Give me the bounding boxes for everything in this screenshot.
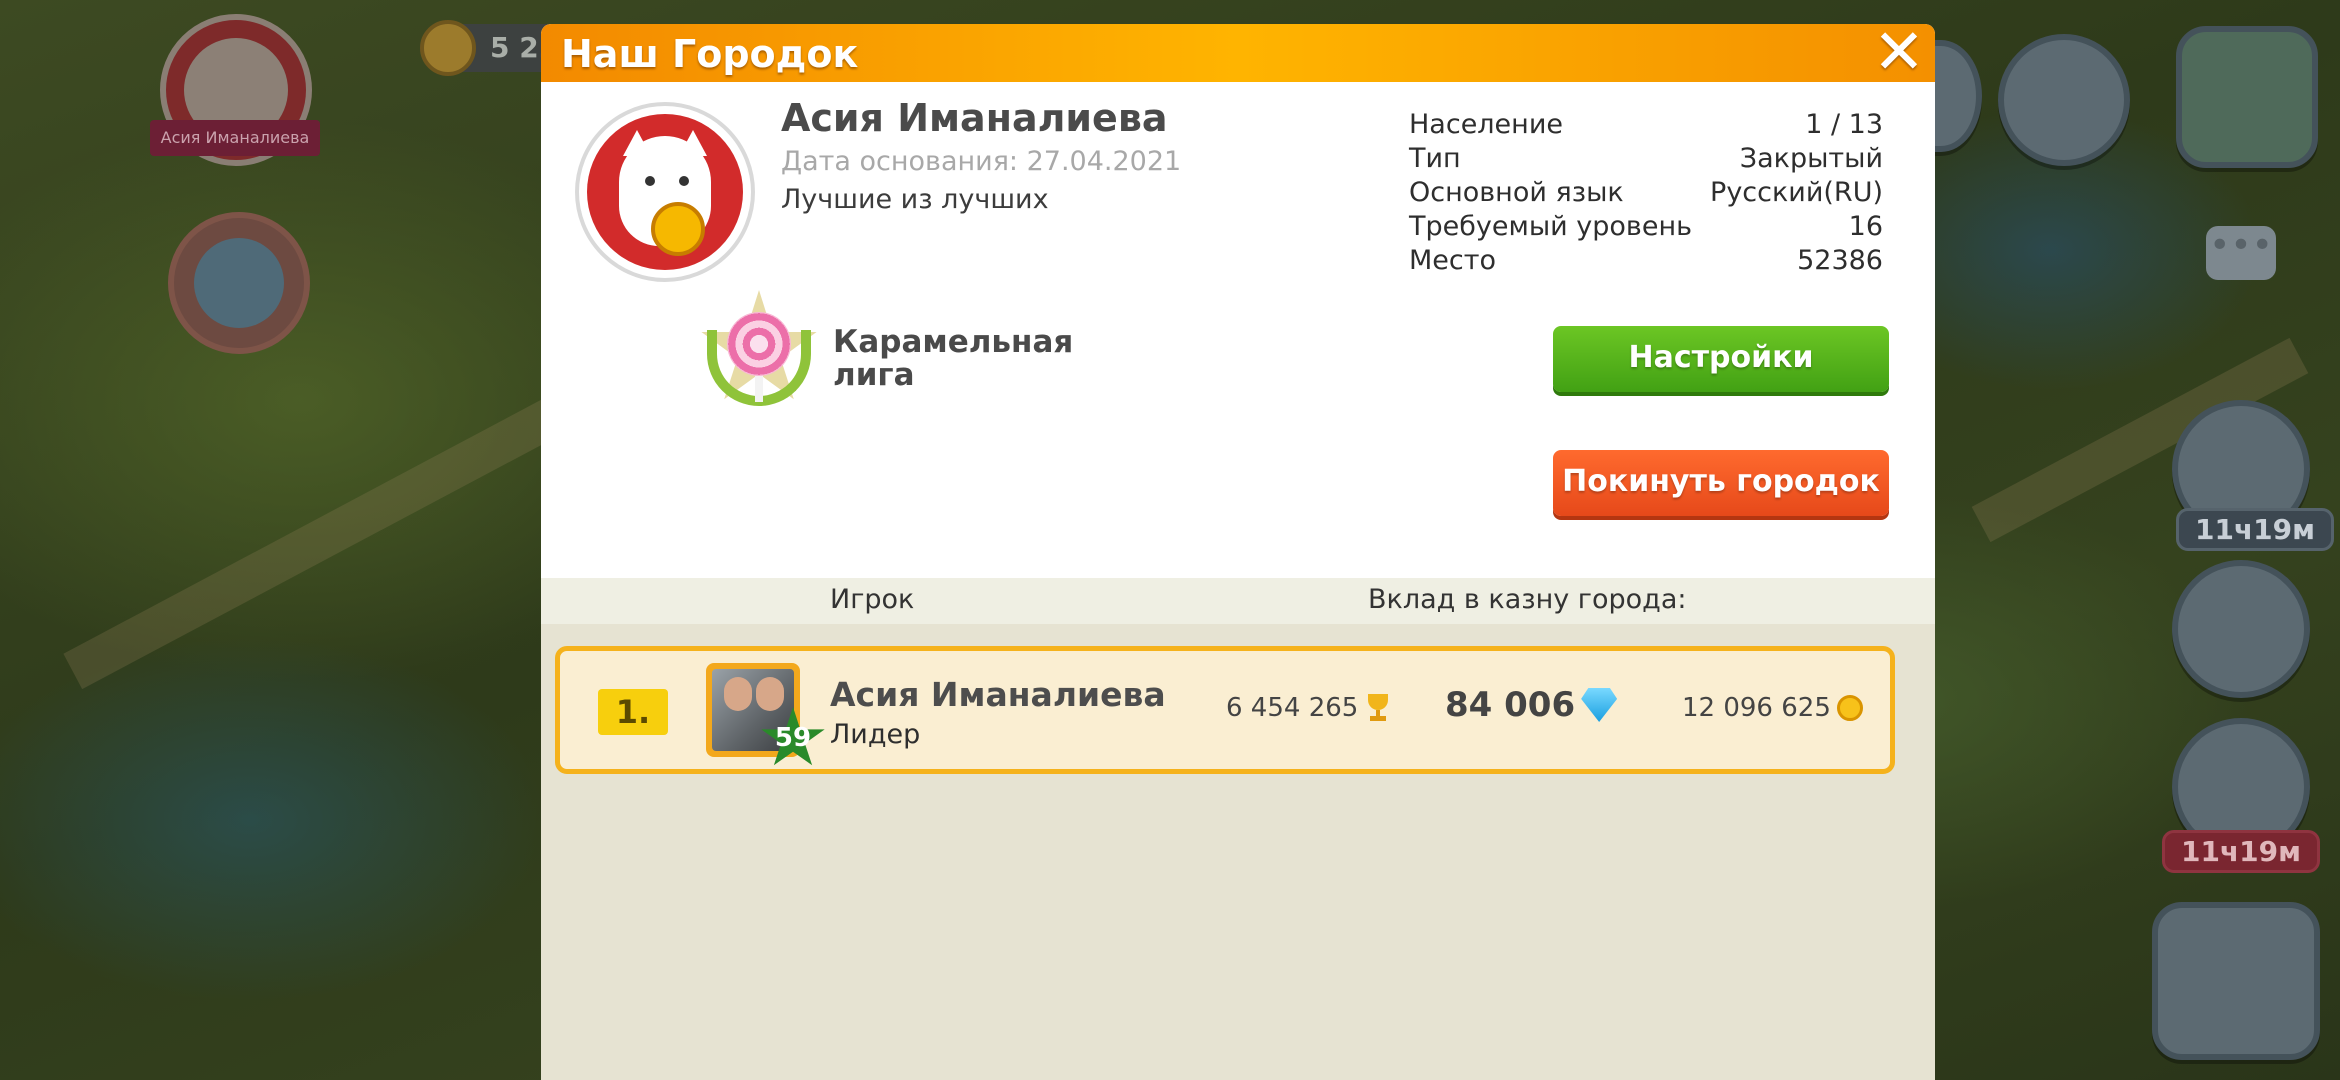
tasks-button[interactable] [2172, 560, 2310, 698]
town-stats: Население 1 / 13 Тип Закрытый Основной язы… [1409, 108, 1883, 278]
player-role: Лидер [830, 719, 921, 750]
gem-icon [194, 238, 284, 328]
player-name: Асия Иманалиева [830, 675, 1166, 714]
coin-contribution: 12 096 625 [1682, 693, 1863, 723]
cash-register-button[interactable] [2152, 902, 2320, 1060]
dialog-title: Наш Городок [561, 32, 859, 76]
town-dialog: Наш Городок ✕ Асия Иманалиева Дата основ… [541, 24, 1935, 1080]
city-badge-label: Асия Иманалиева [150, 120, 320, 156]
leave-town-button[interactable]: Покинуть городок [1553, 450, 1889, 516]
column-contribution: Вклад в казну города: [1368, 584, 1687, 615]
stat-type: Тип Закрытый [1409, 143, 1883, 174]
town-founded-date: Дата основания: 27.04.2021 [781, 146, 1182, 177]
stat-population: Население 1 / 13 [1409, 109, 1883, 140]
league-candy-icon [699, 290, 819, 410]
stat-required-level: Требуемый уровень 16 [1409, 211, 1883, 242]
player-level: 59 [774, 723, 812, 753]
trophy-contribution: 6 454 265 [1226, 693, 1392, 723]
coffee-coin-icon [651, 202, 705, 256]
settings-button[interactable]: Настройки [1553, 326, 1889, 392]
dialog-header: Наш Городок ✕ [541, 24, 1935, 83]
coin-icon [1836, 695, 1863, 721]
gem-league-button[interactable] [168, 212, 310, 354]
trophy-icon [1364, 694, 1392, 722]
balloon-timer: 11ч19м [2162, 830, 2320, 873]
league-name: Карамельная лига [833, 324, 1074, 393]
column-player: Игрок [830, 584, 915, 615]
gem-contribution: 84 006 [1445, 685, 1618, 725]
spice-timer: 11ч19м [2176, 508, 2334, 551]
members-list: 1. 59 Асия Иманалиева Лидер 6 454 265 84… [541, 624, 1935, 1080]
stat-language: Основной язык Русский(RU) [1409, 177, 1883, 208]
friends-button[interactable] [1998, 34, 2130, 166]
gem-icon [1581, 688, 1618, 722]
members-table-header: Игрок Вклад в казну города: [541, 578, 1935, 624]
chat-icon[interactable]: ••• [2206, 226, 2276, 280]
rank-badge: 1. [598, 689, 668, 735]
town-motto: Лучшие из лучших [781, 184, 1049, 215]
table-row[interactable]: 1. 59 Асия Иманалиева Лидер 6 454 265 84… [555, 646, 1895, 774]
town-emblem [575, 102, 755, 282]
shop-building-button[interactable] [2176, 26, 2318, 168]
close-icon[interactable]: ✕ [1873, 24, 1925, 83]
coin-icon [420, 20, 476, 76]
stat-rank: Место 52386 [1409, 245, 1883, 276]
town-name: Асия Иманалиева [781, 96, 1168, 140]
